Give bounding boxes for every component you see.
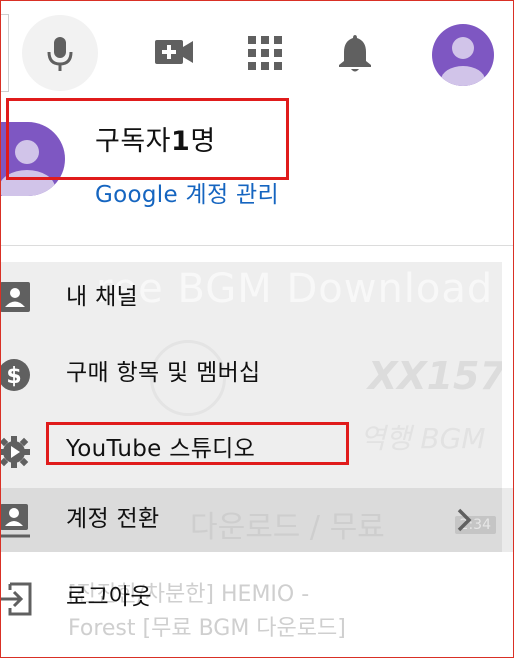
apps-grid-icon[interactable] [248,36,282,70]
studio-gear-icon [0,436,30,468]
account-box-icon [0,282,30,312]
menu-item-label: 계정 전환 [66,506,160,532]
highlight-box-studio [46,422,349,465]
voice-search-button[interactable] [22,15,98,91]
menu-item-switch-account[interactable]: 계정 전환 [0,488,514,552]
video-camera-plus-icon[interactable] [155,36,195,68]
person-icon [441,37,485,86]
divider [0,245,514,246]
highlight-box-channel [6,98,289,180]
menu-item-label: 구매 항목 및 멤버십 [66,360,261,386]
search-box-edge[interactable] [0,14,9,92]
menu-item-logout[interactable]: 로그아웃 [0,566,514,630]
chevron-right-icon [457,508,472,532]
svg-text:$: $ [6,364,21,389]
menu-item-label: 내 채널 [66,284,138,310]
manage-google-account-link[interactable]: Google 계정 관리 [95,178,279,212]
menu-item-label: 로그아웃 [66,584,152,610]
menu-item-my-channel[interactable]: 내 채널 [0,266,514,330]
bell-icon[interactable] [337,33,373,73]
logout-icon [0,582,32,616]
menu-item-purchases[interactable]: $ 구매 항목 및 멤버십 [0,342,514,406]
microphone-icon [47,37,73,71]
dollar-circle-icon: $ [0,359,30,391]
account-avatar[interactable] [432,24,494,86]
switch-account-icon [0,504,30,538]
